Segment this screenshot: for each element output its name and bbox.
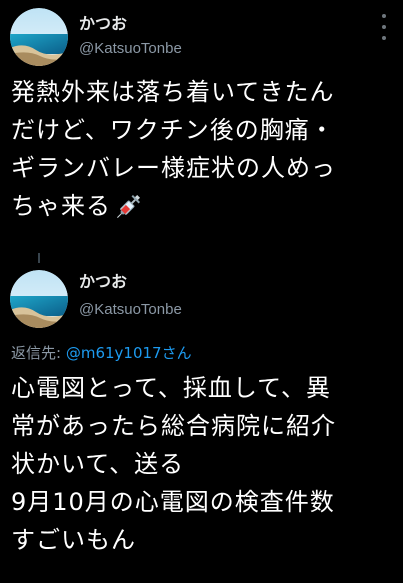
tweet-text-fragment: ちゃ来る: [11, 192, 111, 220]
tweet-text-line: 9月10月の心電図の検査件数: [11, 488, 335, 516]
tweet-text-line: 常があったら総合病院に紹介: [11, 412, 336, 440]
tweet-text: 心電図とって、採血して、異 常があったら総合病院に紹介 状かいて、送る 9月10…: [11, 369, 396, 559]
tweet-text-line: 状かいて、送る: [11, 450, 185, 478]
display-name[interactable]: かつお: [79, 268, 127, 292]
tweet-text: 発熱外来は落ち着いてきたん だけど、ワクチン後の胸痛・ ギランバレー様症状の人め…: [11, 73, 396, 225]
avatar[interactable]: [10, 270, 68, 328]
tweet-text-line: 心電図とって、採血して、異: [11, 374, 331, 402]
tweet-text-line: ギランバレー様症状の人めっ: [11, 154, 336, 182]
avatar[interactable]: [10, 8, 68, 66]
reply-mention-link[interactable]: @m61y1017さん: [66, 344, 192, 362]
tweet-text-line: だけど、ワクチン後の胸痛・: [11, 116, 335, 144]
user-handle[interactable]: @KatsuoTonbe: [79, 301, 182, 318]
user-handle[interactable]: @KatsuoTonbe: [79, 40, 182, 57]
display-name[interactable]: かつお: [79, 10, 127, 34]
reply-context: 返信先: @m61y1017さん: [11, 342, 192, 363]
more-options-icon[interactable]: [379, 14, 389, 40]
tweet-text-line: すごいもん: [11, 526, 136, 554]
thread-connector: [38, 253, 40, 263]
tweet-text-line-last: ちゃ来る: [11, 187, 396, 225]
tweet-text-line: 発熱外来は落ち着いてきたん: [11, 78, 335, 106]
reply-prefix: 返信先:: [11, 344, 66, 362]
syringe-icon: [117, 194, 141, 218]
